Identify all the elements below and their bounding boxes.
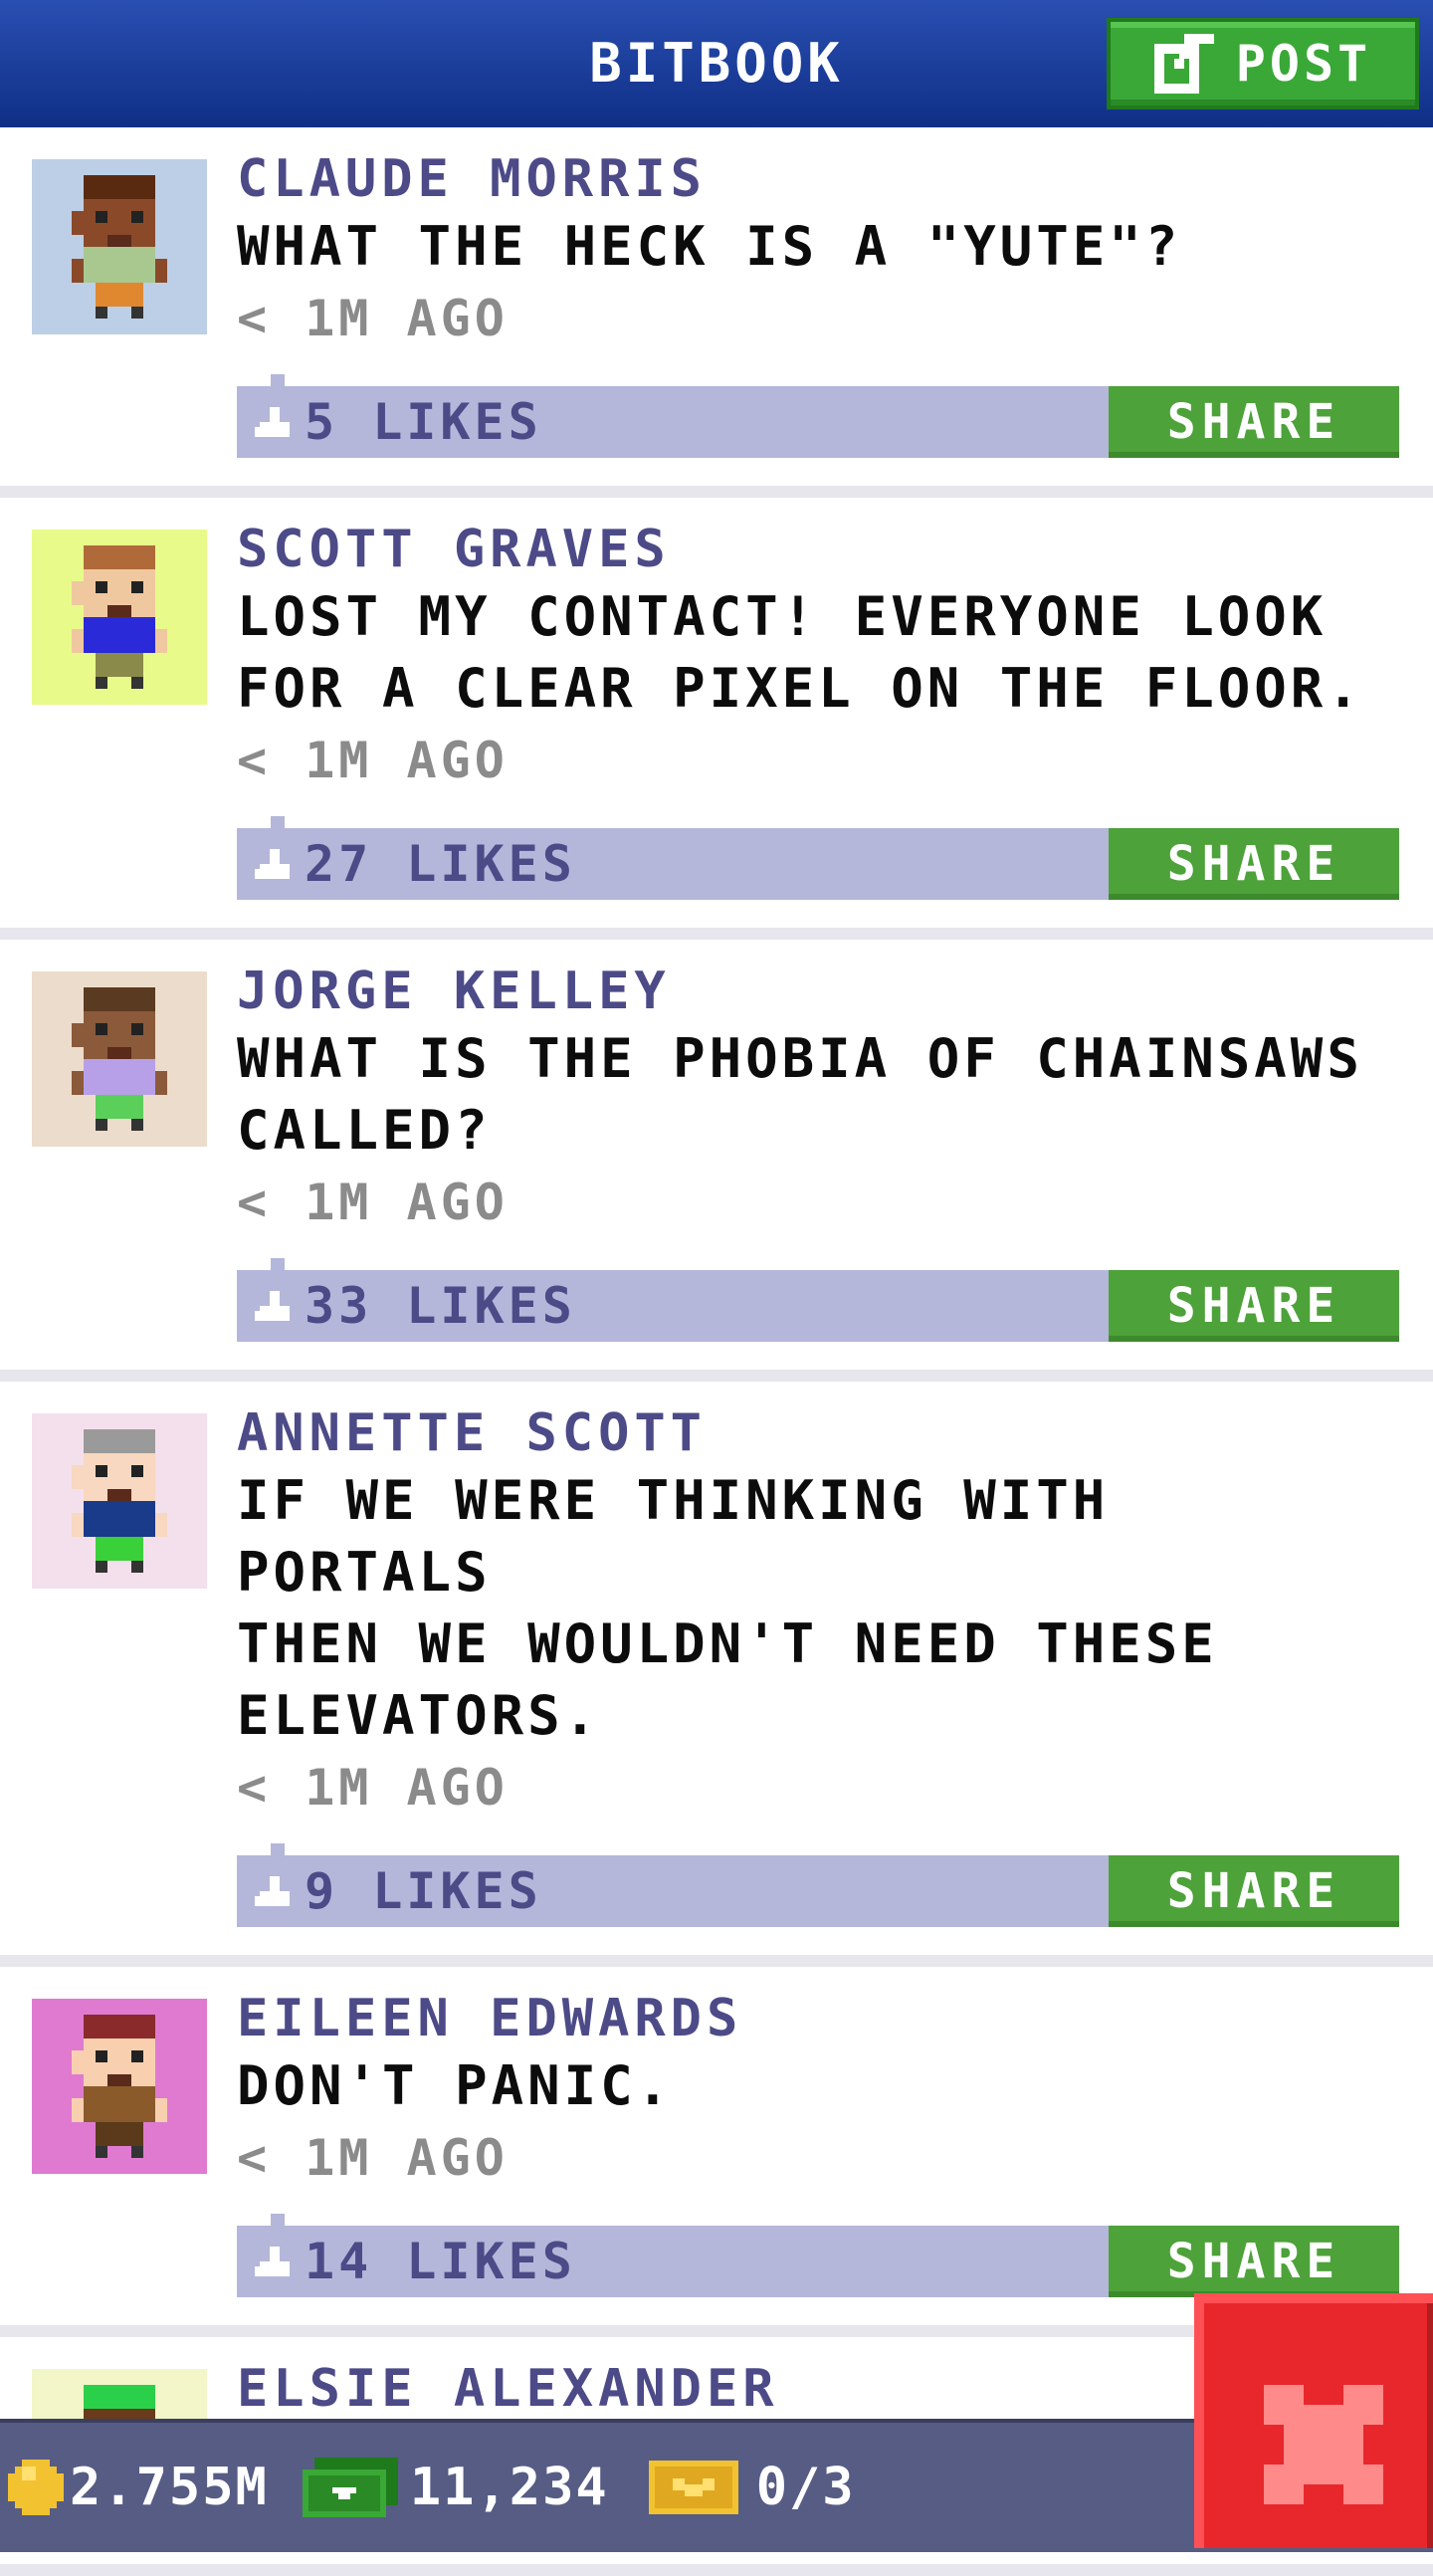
likes-bar: 27 LIKES SHARE [237,816,1399,900]
close-icon [1264,2385,1383,2504]
avatar[interactable] [32,1999,207,2174]
tickets-counter: 0/3 [648,2458,856,2517]
avatar[interactable] [32,1413,207,1589]
likes-bar: 5 LIKES SHARE [237,374,1399,458]
likes-count: 14 LIKES [305,2233,576,2290]
character-sprite [72,175,167,319]
post-timestamp: < 1M AGO [237,290,509,347]
post-item: SCOTT GRAVES LOST MY CONTACT! EVERYONE LO… [0,498,1433,940]
character-sprite [72,545,167,689]
likes-count: 5 LIKES [305,393,542,451]
likes-bar-tab [271,1843,285,1855]
thumbs-up-icon[interactable] [255,2242,295,2281]
share-button[interactable]: SHARE [1109,2226,1399,2297]
post-button-label: POST [1235,35,1372,93]
share-button[interactable]: SHARE [1109,828,1399,900]
coins-counter: 2.755M [8,2458,269,2517]
share-button[interactable]: SHARE [1109,1855,1399,1927]
thumbs-up-icon[interactable] [255,844,295,884]
top-bar: BITBOOK POST [0,0,1433,131]
post-item: CLAUDE MORRIS WHAT THE HECK IS A "YUTE"? <… [0,127,1433,498]
post-button[interactable]: POST [1107,18,1419,109]
coin-icon [8,2460,64,2515]
likes-bar-tab [271,2214,285,2226]
likes-bar: 9 LIKES SHARE [237,1843,1399,1927]
bux-counter: 11,234 [302,2458,609,2517]
likes-bar-tab [271,374,285,386]
likes-bar-tab [271,816,285,828]
thumbs-up-icon[interactable] [255,1871,295,1911]
avatar[interactable] [32,971,207,1147]
share-button[interactable]: SHARE [1109,386,1399,458]
thumbs-up-icon[interactable] [255,402,295,442]
likes-count: 27 LIKES [305,835,576,893]
post-item: ANNETTE SCOTT IF WE WERE THINKING WITH PO… [0,1382,1433,1967]
edit-icon [1153,34,1214,94]
avatar[interactable] [32,159,207,334]
tickets-value: 0/3 [755,2458,856,2517]
likes-bar: 33 LIKES SHARE [237,1258,1399,1342]
thumbs-up-icon[interactable] [255,1286,295,1326]
post-message: DON'T PANIC. [237,2054,674,2117]
post-message: WHAT THE HECK IS A "YUTE"? [237,215,1182,278]
post-feed: CLAUDE MORRIS WHAT THE HECK IS A "YUTE"? <… [0,127,1433,2576]
character-sprite [72,987,167,1131]
character-sprite [72,1429,167,1573]
post-author: CLAUDE MORRIS [237,149,707,209]
post-message: LOST MY CONTACT! EVERYONE LOOK FOR A CLE… [237,585,1363,720]
coins-value: 2.755M [70,2458,269,2517]
post-timestamp: < 1M AGO [237,732,509,789]
post-timestamp: < 1M AGO [237,1174,509,1231]
bux-value: 11,234 [409,2458,609,2517]
post-author: JORGE KELLEY [237,962,671,1021]
character-sprite [72,2015,167,2158]
post-author: ANNETTE SCOTT [237,1403,707,1463]
ticket-icon [648,2461,738,2514]
likes-count: 9 LIKES [305,1862,542,1920]
post-timestamp: < 1M AGO [237,2129,509,2187]
post-timestamp: < 1M AGO [237,1759,509,1817]
post-author: EILEEN EDWARDS [237,1989,743,2048]
avatar[interactable] [32,530,207,705]
post-message: WHAT IS THE PHOBIA OF CHAINSAWS CALLED? [237,1027,1363,1162]
likes-bar: 14 LIKES SHARE [237,2214,1399,2297]
likes-count: 33 LIKES [305,1277,576,1335]
post-author: SCOTT GRAVES [237,520,671,579]
bux-icon [302,2458,398,2517]
post-item: EILEEN EDWARDS DON'T PANIC. < 1M AGO 14 LIK… [0,1967,1433,2337]
post-message: IF WE WERE THINKING WITH PORTALS THEN WE… [237,1469,1218,1747]
likes-bar-tab [271,1258,285,1270]
post-item: JORGE KELLEY WHAT IS THE PHOBIA OF CHAINS… [0,940,1433,1382]
share-button[interactable]: SHARE [1109,1270,1399,1342]
close-button[interactable] [1194,2293,1433,2548]
